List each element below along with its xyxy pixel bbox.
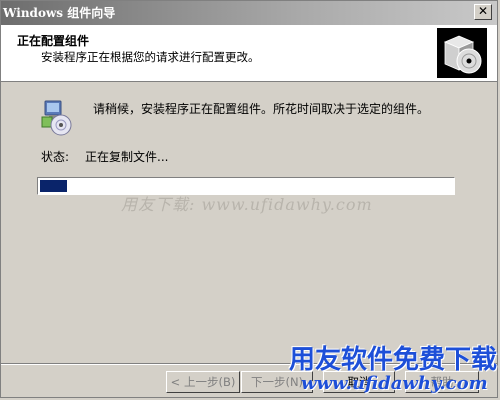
- window-title: Windows 组件向导: [3, 6, 116, 20]
- url-watermark: www.ufidawhy.com: [301, 373, 488, 394]
- page-title: 正在配置组件: [17, 34, 90, 48]
- progress-fill: [40, 180, 67, 192]
- status-message: 请稍候，安装程序正在配置组件。所花时间取决于选定的组件。: [93, 102, 430, 116]
- wizard-header: 正在配置组件 安装程序正在根据您的请求进行配置更改。: [1, 25, 497, 82]
- status-label: 状态:: [41, 150, 70, 164]
- back-button[interactable]: < 上一步(B): [166, 371, 240, 393]
- title-bar[interactable]: Windows 组件向导 ✕: [1, 1, 497, 25]
- page-subtitle: 安装程序正在根据您的请求进行配置更改。: [41, 50, 260, 64]
- wizard-box-cd-icon: [437, 28, 487, 78]
- brand-watermark: 用友软件免费下载: [289, 345, 498, 375]
- center-watermark: 用友下载: www.ufidawhy.com: [121, 195, 373, 214]
- wizard-window: Windows 组件向导 ✕ 正在配置组件 安装程序正在根据您的请求进行配置更改…: [0, 0, 498, 398]
- close-icon: ✕: [477, 4, 489, 18]
- status-text: 正在复制文件...: [85, 150, 169, 164]
- close-button[interactable]: ✕: [474, 4, 492, 20]
- setup-computer-cd-icon: [39, 99, 75, 137]
